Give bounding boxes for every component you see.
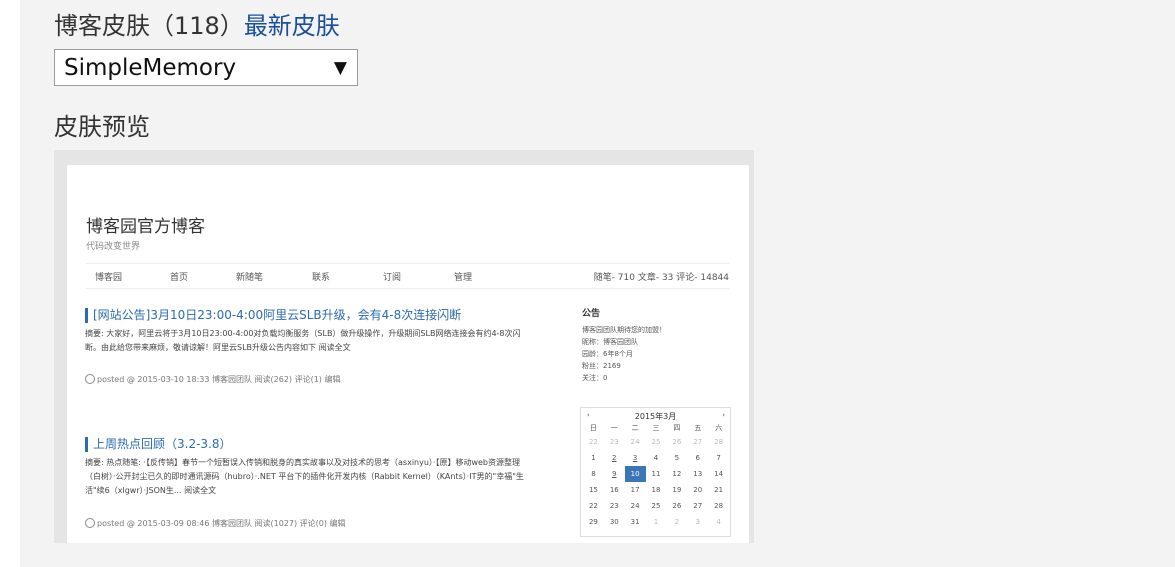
preview-post-meta: posted @ 2015-03-10 18:33 博客园团队 阅读(262) … xyxy=(85,374,340,385)
preview-notice-line: 昵称：博客园团队 xyxy=(582,338,638,346)
preview-notice-title: 公告 xyxy=(582,309,601,319)
calendar-day: 22 xyxy=(588,438,598,446)
preview-nav-item: 博客园 xyxy=(95,273,123,283)
preview-title: 皮肤预览 xyxy=(54,113,150,141)
preview-notice-line: 关注：0 xyxy=(582,374,608,382)
preview-notice: 公告 博客园团队期待您的加盟！ 昵称：博客园团队 园龄：6年8个月 粉丝：216… xyxy=(582,308,732,384)
calendar-day: 26 xyxy=(672,438,682,446)
preview-blog-subtitle: 代码改变世界 xyxy=(86,242,141,252)
preview-notice-line: 园龄：6年8个月 xyxy=(582,350,633,358)
calendar-weekday: 二 xyxy=(631,424,639,432)
calendar-day: 13 xyxy=(693,470,703,478)
calendar-day: 15 xyxy=(588,486,598,494)
calendar-day: 3 xyxy=(632,454,638,462)
calendar-day: 17 xyxy=(630,486,640,494)
calendar-weekday: 一 xyxy=(610,424,618,432)
calendar-day: 3 xyxy=(695,518,700,526)
calendar-day: 22 xyxy=(588,502,598,510)
preview-calendar: ‹ 2015年3月 › 日一二三四五六 22 23 24 25 26 27 28 1 2 3 4 5 6 7… xyxy=(580,407,731,537)
calendar-day: 27 xyxy=(693,438,703,446)
calendar-day: 31 xyxy=(630,518,640,526)
calendar-day: 29 xyxy=(588,518,598,526)
clock-icon xyxy=(85,374,95,384)
preview-nav-item: 新随笔 xyxy=(236,273,264,283)
dropdown-arrow-icon: ▼ xyxy=(333,58,347,78)
calendar-day: 30 xyxy=(609,518,619,526)
calendar-day: 2 xyxy=(612,454,617,462)
calendar-day: 21 xyxy=(714,486,724,494)
skin-select-value: SimpleMemory xyxy=(64,55,237,81)
preview-nav: 博客园 首页 新随笔 联系 订阅 管理 随笔- 710 文章- 33 评论- 1… xyxy=(86,263,729,289)
calendar-day: 23 xyxy=(609,502,619,510)
calendar-weekday: 五 xyxy=(694,424,702,432)
skin-heading: 博客皮肤（118）最新皮肤 xyxy=(54,8,340,44)
calendar-weekday: 六 xyxy=(715,424,723,432)
calendar-day: 2 xyxy=(674,518,680,526)
calendar-day: 11 xyxy=(651,470,661,478)
calendar-day: 9 xyxy=(612,470,617,478)
preview-post-title: 上周热点回顾（3.2-3.8） xyxy=(85,437,535,452)
calendar-day: 10 xyxy=(624,466,646,482)
calendar-day: 4 xyxy=(653,454,659,462)
preview-post-body: 摘要: 大家好，阿里云将于3月10日23:00-4:00对负载均衡服务（SLB）… xyxy=(85,329,521,352)
calendar-day: 24 xyxy=(630,438,640,446)
calendar-day: 25 xyxy=(651,502,661,510)
calendar-day: 12 xyxy=(672,470,682,478)
preview-nav-item: 联系 xyxy=(312,273,331,283)
calendar-day: 16 xyxy=(609,486,619,494)
skin-count-label: 博客皮肤（118） xyxy=(54,12,244,40)
calendar-month: 2015年3月 xyxy=(634,412,677,421)
preview-post-meta: posted @ 2015-03-09 08:46 博客园团队 阅读(1027)… xyxy=(85,518,346,529)
skin-preview-image: 博客园官方博客 代码改变世界 博客园 首页 新随笔 联系 订阅 管理 随笔- 7… xyxy=(54,150,754,543)
preview-blog-title: 博客园官方博客 xyxy=(86,217,205,237)
preview-post: 上周热点回顾（3.2-3.8） 摘要: 热点随笔: ·【反传销】春节一个短暂误入… xyxy=(85,437,535,528)
calendar-day: 1 xyxy=(653,518,659,526)
preview-post-body: 摘要: 热点随笔: ·【反传销】春节一个短暂误入传销和脱身的真实故事以及对技术的… xyxy=(85,458,524,495)
calendar-day: 26 xyxy=(672,502,682,510)
calendar-day: 4 xyxy=(716,518,721,526)
preview-notice-line: 博客园团队期待您的加盟！ xyxy=(582,326,666,334)
preview-notice-line: 粉丝：2169 xyxy=(582,362,621,370)
calendar-day: 23 xyxy=(609,438,619,446)
calendar-day: 19 xyxy=(672,486,682,494)
calendar-day: 27 xyxy=(693,502,703,510)
calendar-day: 24 xyxy=(630,502,640,510)
calendar-weekday: 三 xyxy=(652,424,660,432)
calendar-day: 6 xyxy=(695,454,700,462)
latest-skins-link[interactable]: 最新皮肤 xyxy=(244,12,340,40)
preview-blog-page: 博客园官方博客 代码改变世界 博客园 首页 新随笔 联系 订阅 管理 随笔- 7… xyxy=(67,165,749,543)
calendar-day: 25 xyxy=(651,438,661,446)
calendar-weekday: 日 xyxy=(589,424,597,432)
calendar-day: 28 xyxy=(714,438,724,446)
preview-stats: 随笔- 710 文章- 33 评论- 14844 xyxy=(593,273,729,283)
calendar-grid: 日一二三四五六 22 23 24 25 26 27 28 1 2 3 4 5 6 7 8 9 10 11 12 13 14… xyxy=(583,423,729,530)
preview-nav-item: 订阅 xyxy=(383,273,402,283)
calendar-day: 5 xyxy=(674,454,680,462)
calendar-weekday: 四 xyxy=(673,424,681,432)
skin-select[interactable]: SimpleMemory ▼ xyxy=(54,49,358,86)
calendar-day: 28 xyxy=(714,502,724,510)
preview-nav-item: 首页 xyxy=(170,273,189,283)
calendar-day: 7 xyxy=(716,454,721,462)
calendar-day: 18 xyxy=(651,486,661,494)
calendar-day: 8 xyxy=(591,470,596,478)
preview-post: [网站公告]3月10日23:00-4:00阿里云SLB升级，会有4-8次连接闪断… xyxy=(85,308,535,384)
calendar-day: 1 xyxy=(591,454,596,462)
preview-nav-item: 管理 xyxy=(454,273,473,283)
clock-icon xyxy=(85,518,95,528)
chevron-right-icon: › xyxy=(722,411,725,419)
calendar-day: 20 xyxy=(693,486,703,494)
calendar-day: 14 xyxy=(714,470,724,478)
preview-post-title: [网站公告]3月10日23:00-4:00阿里云SLB升级，会有4-8次连接闪断 xyxy=(85,308,535,323)
